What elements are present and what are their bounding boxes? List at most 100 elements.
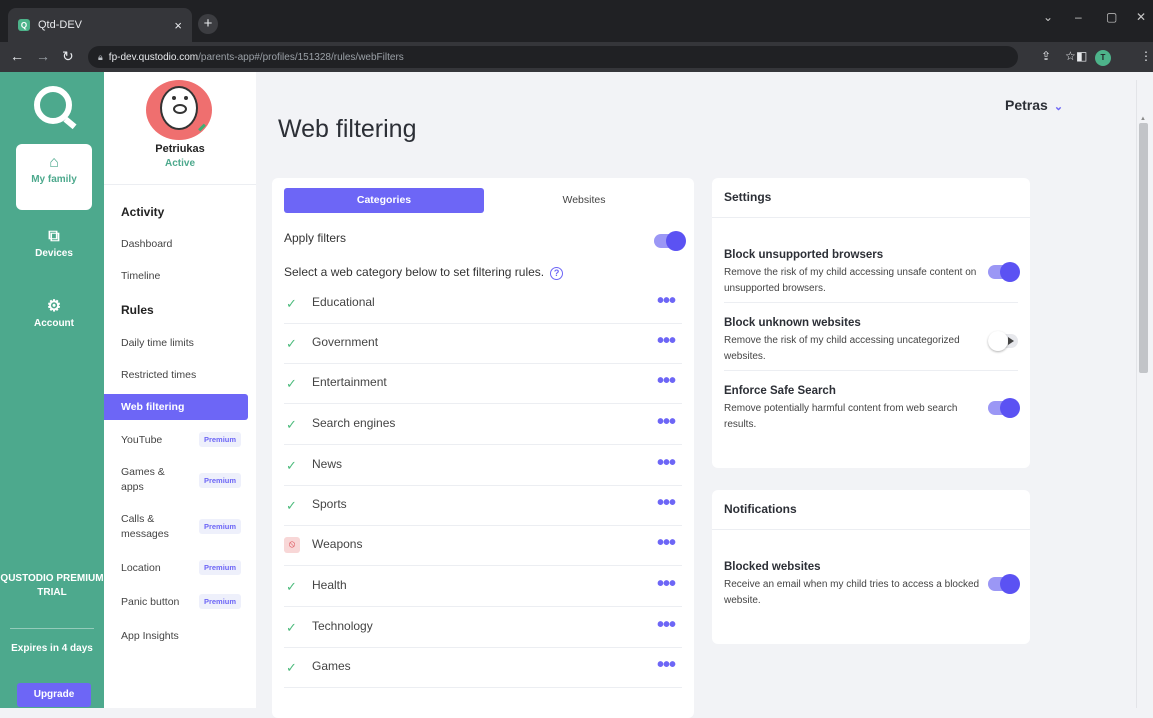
browser-profile-avatar[interactable]: T: [1095, 50, 1111, 66]
nav-my-family[interactable]: ⌂ My family: [16, 144, 92, 210]
category-name: Educational: [312, 295, 375, 309]
sidebar-item-restricted-times[interactable]: Restricted times: [121, 369, 196, 381]
app-root: ⌂ My family ⧉ Devices ⚙ Account QUSTODIO…: [0, 72, 1153, 718]
sidebar-item-location[interactable]: Location: [121, 562, 161, 574]
block-unsupported-title: Block unsupported browsers: [724, 249, 884, 261]
minimize-icon[interactable]: –: [1075, 10, 1082, 24]
scrollbar-thumb[interactable]: [1139, 123, 1148, 373]
sidebar-item-calls-messages[interactable]: Calls & messages: [121, 512, 181, 542]
scroll-up-arrow-icon[interactable]: ▲: [1140, 116, 1146, 122]
tab-websites[interactable]: Websites: [484, 188, 684, 213]
sidebar-item-timeline[interactable]: Timeline: [121, 270, 160, 282]
more-options-icon[interactable]: •••: [657, 614, 676, 637]
trial-label: QUSTODIO PREMIUM TRIAL: [0, 573, 104, 598]
rules-section-title: Rules: [121, 303, 154, 317]
more-options-icon[interactable]: •••: [657, 290, 676, 313]
sidebar-item-dashboard[interactable]: Dashboard: [121, 238, 172, 250]
sidebar-item-app-insights[interactable]: App Insights: [121, 630, 179, 642]
gear-icon: ⚙: [46, 298, 62, 315]
premium-badge: Premium: [199, 432, 241, 447]
browser-toolbar: ← → ↻ 🔒︎ fp-dev.qustodio.com/parents-app…: [0, 42, 1153, 72]
forward-icon[interactable]: →: [36, 48, 50, 64]
blocked-websites-desc: Receive an email when my child tries to …: [724, 579, 980, 606]
card-divider: [712, 217, 1030, 218]
category-row[interactable]: ✓ Search engines •••: [284, 405, 682, 445]
settings-divider: [724, 302, 1018, 303]
more-options-icon[interactable]: •••: [657, 573, 676, 596]
address-bar[interactable]: 🔒︎ fp-dev.qustodio.com/parents-app#/prof…: [88, 46, 1018, 68]
category-name: Weapons: [312, 537, 363, 551]
more-options-icon[interactable]: •••: [657, 532, 676, 555]
help-icon[interactable]: ?: [550, 267, 564, 280]
url-host: fp-dev.qustodio.com: [108, 51, 199, 63]
category-row[interactable]: ✓ Entertainment •••: [284, 364, 682, 404]
safe-search-toggle[interactable]: [988, 398, 1020, 418]
maximize-icon[interactable]: ▢: [1106, 10, 1117, 24]
category-name: News: [312, 457, 343, 471]
category-row[interactable]: ✓ Technology •••: [284, 608, 682, 648]
close-window-icon[interactable]: ✕: [1136, 10, 1146, 24]
qustodio-logo[interactable]: [34, 86, 72, 124]
reload-icon[interactable]: ↻: [62, 48, 74, 65]
nav-account-label: Account: [34, 318, 74, 329]
side-panel-icon[interactable]: ◧: [1076, 49, 1087, 63]
settings-card: Settings Block unsupported browsers Remo…: [712, 178, 1030, 468]
blocked-websites-toggle[interactable]: [988, 574, 1020, 594]
sidebar-item-youtube[interactable]: YouTube: [121, 434, 162, 446]
more-options-icon[interactable]: •••: [657, 411, 676, 434]
sidebar-item-web-filtering[interactable]: Web filtering: [104, 394, 248, 420]
tab-title: Qtd-DEV: [38, 19, 83, 31]
category-row[interactable]: ✓ Games •••: [284, 648, 682, 688]
check-icon: ✓: [286, 296, 297, 311]
sidebar-item-games-apps[interactable]: Games & apps: [121, 465, 181, 495]
category-row[interactable]: ✓ Government •••: [284, 324, 682, 364]
sidebar-item-panic-button[interactable]: Panic button: [121, 596, 179, 608]
tab-categories[interactable]: Categories: [284, 188, 484, 213]
apply-filters-toggle[interactable]: [654, 231, 686, 251]
card-divider: [712, 529, 1030, 530]
category-name: Games: [312, 659, 351, 673]
back-icon[interactable]: ←: [10, 48, 24, 64]
upgrade-button[interactable]: Upgrade: [17, 683, 91, 707]
more-options-icon[interactable]: •••: [657, 452, 676, 475]
more-options-icon[interactable]: •••: [657, 492, 676, 515]
nav-account[interactable]: ⚙ Account: [16, 296, 92, 329]
share-icon[interactable]: ⇪: [1041, 49, 1051, 63]
browser-menu-icon[interactable]: ⋮: [1140, 49, 1152, 63]
block-unsupported-toggle[interactable]: [988, 262, 1020, 282]
web-filter-card: Categories Websites Apply filters Select…: [272, 178, 694, 718]
sidebar-item-daily-time-limits[interactable]: Daily time limits: [121, 337, 194, 349]
check-icon: ✓: [286, 376, 297, 391]
profile-avatar[interactable]: [146, 80, 212, 140]
category-name: Sports: [312, 497, 347, 511]
user-menu[interactable]: Petras ⌄: [1005, 97, 1063, 113]
more-options-icon[interactable]: •••: [657, 370, 676, 393]
tab-search-icon[interactable]: ⌄: [1043, 10, 1053, 24]
tab-close-icon[interactable]: ×: [174, 18, 182, 33]
notifications-card: Notifications Blocked websites Receive a…: [712, 490, 1030, 644]
more-options-icon[interactable]: •••: [657, 330, 676, 353]
category-row[interactable]: ✓ News •••: [284, 446, 682, 486]
blocked-icon: ⦸: [284, 537, 300, 553]
safe-search-desc: Remove potentially harmful content from …: [724, 403, 958, 430]
user-name: Petras: [1005, 97, 1048, 113]
block-unknown-toggle[interactable]: [988, 331, 1018, 351]
select-category-text: Select a web category below to set filte…: [284, 265, 545, 279]
select-category-label: Select a web category below to set filte…: [284, 265, 564, 280]
category-row[interactable]: ✓ Sports •••: [284, 486, 682, 526]
premium-badge: Premium: [199, 560, 241, 575]
url-path: /parents-app#/profiles/151328/rules/webF…: [198, 51, 404, 63]
trial-divider: [10, 628, 94, 629]
toggle-knob: [1000, 262, 1020, 282]
browser-tab[interactable]: Q Qtd-DEV ×: [8, 8, 192, 42]
check-icon: ✓: [286, 458, 297, 473]
more-options-icon[interactable]: •••: [657, 654, 676, 677]
profile-sidebar: Petriukas Active Activity Dashboard Time…: [104, 72, 256, 708]
category-row[interactable]: ⦸ Weapons •••: [284, 526, 682, 566]
category-row[interactable]: ✓ Educational •••: [284, 284, 682, 324]
category-row[interactable]: ✓ Health •••: [284, 567, 682, 607]
nav-devices[interactable]: ⧉ Devices: [16, 228, 92, 259]
bookmark-star-icon[interactable]: ☆: [1065, 49, 1076, 63]
activity-section-title: Activity: [121, 205, 165, 219]
new-tab-button[interactable]: +: [198, 14, 218, 34]
